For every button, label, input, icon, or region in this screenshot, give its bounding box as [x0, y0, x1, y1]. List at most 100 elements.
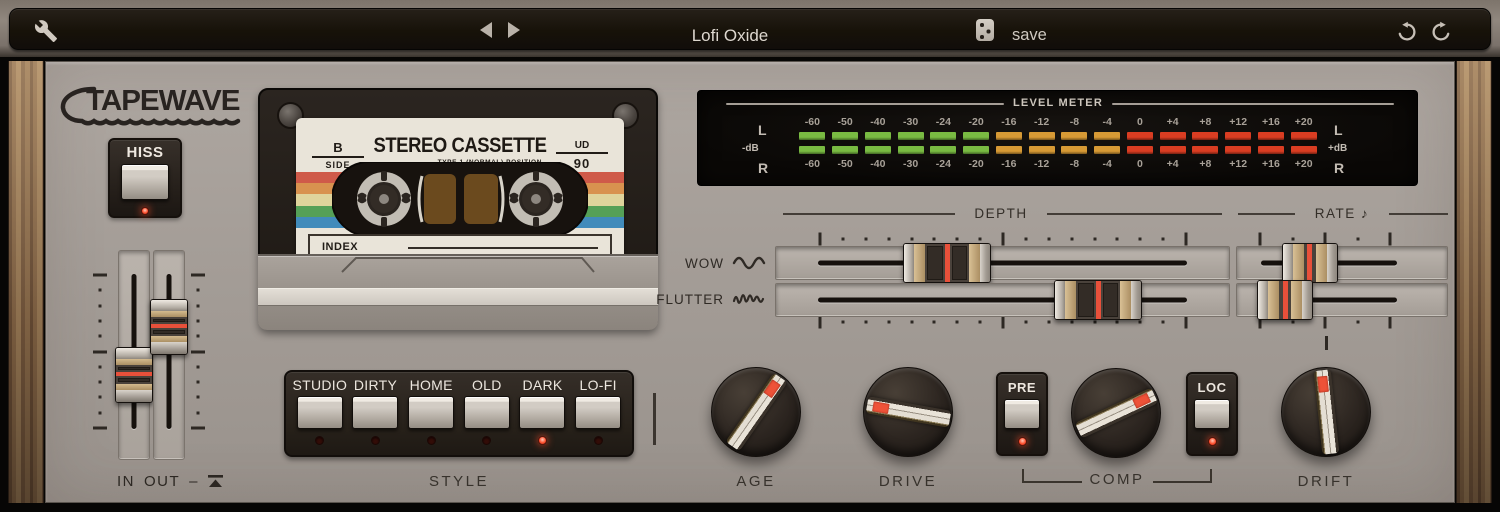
pre-button[interactable]: [1004, 399, 1040, 429]
wood-side-panel-left: [8, 61, 44, 503]
meter-segment: [1061, 132, 1087, 140]
style-button-lo-fi[interactable]: [575, 396, 621, 429]
style-button-label: HOME: [410, 377, 453, 393]
style-button-dark[interactable]: [519, 396, 565, 429]
wood-side-panel-right: [1456, 61, 1492, 503]
comp-knob[interactable]: [1071, 368, 1161, 458]
style-button-studio[interactable]: [297, 396, 343, 429]
preset-name[interactable]: Lofi Oxide: [630, 26, 830, 46]
drive-knob[interactable]: [863, 367, 953, 457]
meter-column--24: -24-24: [927, 115, 960, 171]
style-button-home[interactable]: [408, 396, 454, 429]
meter-segment: [996, 132, 1022, 140]
drift-knob[interactable]: [1281, 367, 1371, 457]
meter-scale-label: 0: [1137, 157, 1143, 171]
cassette-deck: B SIDE STEREO CASSETTE TYPE 1 (NORMAL) P…: [258, 88, 658, 330]
age-knob-label: AGE: [696, 473, 816, 490]
comp-loc-module: LOC: [1186, 372, 1238, 456]
meter-segment: [963, 146, 989, 154]
settings-wrench-icon[interactable]: [34, 19, 58, 43]
drift-knob-label: DRIFT: [1266, 473, 1386, 490]
meter-segment: [898, 132, 924, 140]
loc-label: LOC: [1198, 380, 1227, 395]
meter-column--60: -60-60: [796, 115, 829, 171]
meter-scale-label: +12: [1229, 157, 1247, 171]
hiss-button[interactable]: [121, 164, 169, 200]
meter-segment: [898, 146, 924, 154]
meter-segment: [1291, 132, 1317, 140]
meter-left-l-label: L: [758, 122, 767, 138]
meter-scale-label: -40: [870, 157, 885, 171]
meter-column-+12: +12 +12: [1222, 115, 1255, 171]
wow-rate-slider[interactable]: [1236, 246, 1448, 280]
meter-right-db-label: +dB: [1328, 143, 1347, 154]
wow-rate-handle[interactable]: [1282, 243, 1338, 283]
save-button[interactable]: save: [1012, 26, 1047, 45]
meter-scale-label: +4: [1167, 157, 1179, 171]
in-label: IN: [117, 473, 135, 490]
meter-column-+20: +20+20: [1287, 115, 1320, 171]
style-led: [427, 436, 436, 445]
meter-segment: [1127, 146, 1153, 154]
style-button-label: DIRTY: [354, 377, 397, 393]
sine-wave-icon: [732, 255, 770, 271]
depth-section-label: DEPTH: [956, 206, 1046, 221]
output-fader-handle[interactable]: [150, 299, 188, 355]
redo-icon[interactable]: [1430, 21, 1452, 48]
meter-scale-label: +12: [1229, 115, 1247, 129]
meter-column-+8: +8 +8: [1189, 115, 1222, 171]
previous-preset-icon[interactable]: [480, 22, 492, 38]
meter-segment: [1029, 146, 1055, 154]
output-fader[interactable]: [153, 250, 185, 460]
comp-knob-pointer: [1074, 388, 1157, 439]
depth-ticks-top: [820, 232, 1186, 245]
wow-depth-handle[interactable]: [903, 243, 991, 283]
flutter-depth-slider[interactable]: [775, 283, 1230, 317]
drift-knob-pointer: [1313, 369, 1339, 454]
deck-door: [258, 254, 658, 330]
title-bar: Lofi Oxide save: [0, 0, 1500, 57]
style-section-label: STYLE: [399, 473, 519, 490]
meter-scale-label: +8: [1199, 115, 1211, 129]
meter-segment: [1029, 132, 1055, 140]
comp-section-bracket: COMP: [1022, 469, 1212, 483]
meter-right-l-label: L: [1334, 122, 1343, 138]
input-fader-handle[interactable]: [115, 347, 153, 403]
note-icon: ♪: [1361, 206, 1369, 221]
meter-segment: [865, 132, 891, 140]
meter-right-r-label: R: [1334, 160, 1344, 176]
meter-scale-label: -50: [838, 157, 853, 171]
randomize-dice-icon[interactable]: [976, 19, 994, 41]
flutter-depth-handle[interactable]: [1054, 280, 1142, 320]
meter-scale-label: -50: [838, 115, 853, 129]
meter-column--20: -20-20: [960, 115, 993, 171]
meter-column-0: 00: [1124, 115, 1157, 171]
style-button-old[interactable]: [464, 396, 510, 429]
loc-button[interactable]: [1194, 399, 1230, 429]
wow-depth-slider[interactable]: [775, 246, 1230, 280]
meter-scale-label: +8: [1199, 157, 1211, 171]
meter-scale-label: +20: [1295, 157, 1313, 171]
meter-scale-label: -4: [1102, 157, 1111, 171]
flutter-rate-slider[interactable]: [1236, 283, 1448, 317]
meter-segment: [963, 132, 989, 140]
chrome-bar: Lofi Oxide save: [9, 8, 1491, 50]
flutter-rate-handle[interactable]: [1257, 280, 1313, 320]
meter-segment: [865, 146, 891, 154]
style-button-dirty[interactable]: [352, 396, 398, 429]
input-fader[interactable]: [118, 250, 150, 460]
jitter-wave-icon: [732, 290, 770, 308]
meter-column-+4: +4 +4: [1156, 115, 1189, 171]
level-meter: LEVEL METER -60-60-50-50-40-40-30-30-24-…: [697, 90, 1418, 186]
meter-scale-label: -30: [903, 115, 918, 129]
comp-pre-module: PRE: [996, 372, 1048, 456]
next-preset-icon[interactable]: [508, 22, 520, 38]
door-stripe: [258, 288, 658, 306]
meter-segment: [832, 132, 858, 140]
meter-segment: [1291, 146, 1317, 154]
undo-icon[interactable]: [1396, 21, 1418, 48]
age-knob[interactable]: [711, 367, 801, 457]
meter-scale-label: -8: [1070, 157, 1079, 171]
meter-scale-label: -4: [1102, 115, 1111, 129]
meter-scale-label: +4: [1167, 115, 1179, 129]
